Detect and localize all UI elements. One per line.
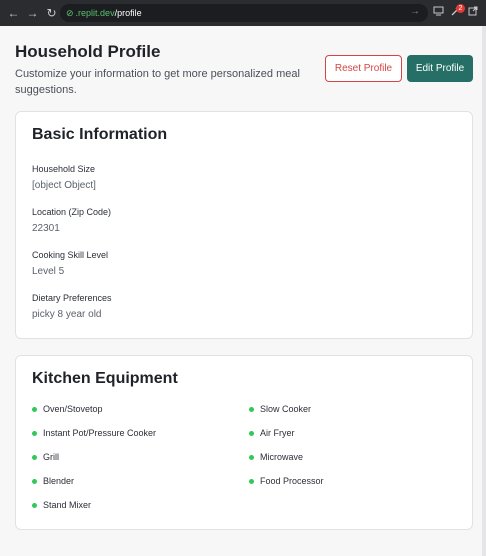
equipment-item: Blender (32, 476, 74, 486)
basic-information-card: Basic Information Household Size [object… (15, 111, 473, 339)
zip-code-value: 22301 (32, 223, 60, 234)
url-host: .replit.dev (75, 8, 115, 18)
dietary-preferences-label: Dietary Preferences (32, 293, 112, 303)
section-title: Kitchen Equipment (32, 370, 178, 387)
cooking-skill-value: Level 5 (32, 266, 65, 277)
equipment-item: Stand Mixer (32, 500, 91, 510)
bullet-dot-icon (32, 430, 37, 436)
browser-toolbar: ← → ↻ ⊘ .replit.dev /profile → 2 (0, 0, 486, 26)
bullet-dot-icon (32, 502, 37, 508)
equipment-label: Air Fryer (260, 428, 295, 438)
url-path: /profile (114, 8, 142, 18)
equipment-label: Oven/Stovetop (43, 404, 103, 414)
page-title: Household Profile (15, 42, 161, 61)
bullet-dot-icon (32, 406, 37, 412)
equipment-item: Slow Cooker (249, 404, 311, 414)
equipment-label: Stand Mixer (43, 500, 92, 510)
bullet-dot-icon (249, 454, 254, 460)
reset-profile-button[interactable]: Reset Profile (325, 55, 402, 82)
devices-icon[interactable] (433, 6, 444, 19)
household-size-value: [object Object] (32, 180, 96, 191)
forward-icon[interactable]: → (23, 0, 42, 26)
bullet-dot-icon (32, 454, 37, 460)
go-arrow-icon[interactable]: → (410, 6, 420, 17)
equipment-label: Slow Cooker (260, 404, 312, 414)
household-size-label: Household Size (32, 164, 96, 174)
equipment-item: Instant Pot/Pressure Cooker (32, 428, 156, 438)
equipment-item: Microwave (249, 452, 303, 462)
equipment-label: Grill (43, 452, 59, 462)
bullet-dot-icon (249, 406, 254, 412)
address-bar[interactable]: ⊘ .replit.dev /profile → (60, 4, 428, 22)
equipment-item: Oven/Stovetop (32, 404, 103, 414)
equipment-label: Microwave (260, 452, 304, 462)
page-header: Household Profile Customize your informa… (15, 42, 315, 98)
kitchen-equipment-card: Kitchen Equipment Oven/Stovetop Slow Coo… (15, 355, 473, 530)
open-external-icon[interactable] (468, 6, 478, 19)
equipment-item: Air Fryer (249, 428, 295, 438)
zip-code-label: Location (Zip Code) (32, 207, 112, 217)
back-icon[interactable]: ← (4, 0, 23, 26)
dietary-preferences-value: picky 8 year old (32, 309, 102, 320)
page-subtitle: Customize your information to get more p… (15, 68, 300, 96)
site-info-icon[interactable]: ⊘ (66, 8, 74, 19)
equipment-item: Grill (32, 452, 59, 462)
equipment-item: Food Processor (249, 476, 324, 486)
notification-badge: 2 (456, 4, 465, 13)
bullet-dot-icon (249, 430, 254, 436)
page-content: Household Profile Customize your informa… (0, 26, 486, 556)
equipment-label: Instant Pot/Pressure Cooker (43, 428, 157, 438)
reload-icon[interactable]: ↻ (42, 0, 61, 26)
bullet-dot-icon (32, 478, 37, 484)
bullet-dot-icon (249, 478, 254, 484)
cooking-skill-label: Cooking Skill Level (32, 250, 109, 260)
equipment-label: Food Processor (260, 476, 324, 486)
equipment-label: Blender (43, 476, 75, 486)
scrollbar[interactable] (482, 26, 486, 556)
edit-profile-button[interactable]: Edit Profile (407, 55, 473, 82)
section-title: Basic Information (32, 126, 168, 143)
